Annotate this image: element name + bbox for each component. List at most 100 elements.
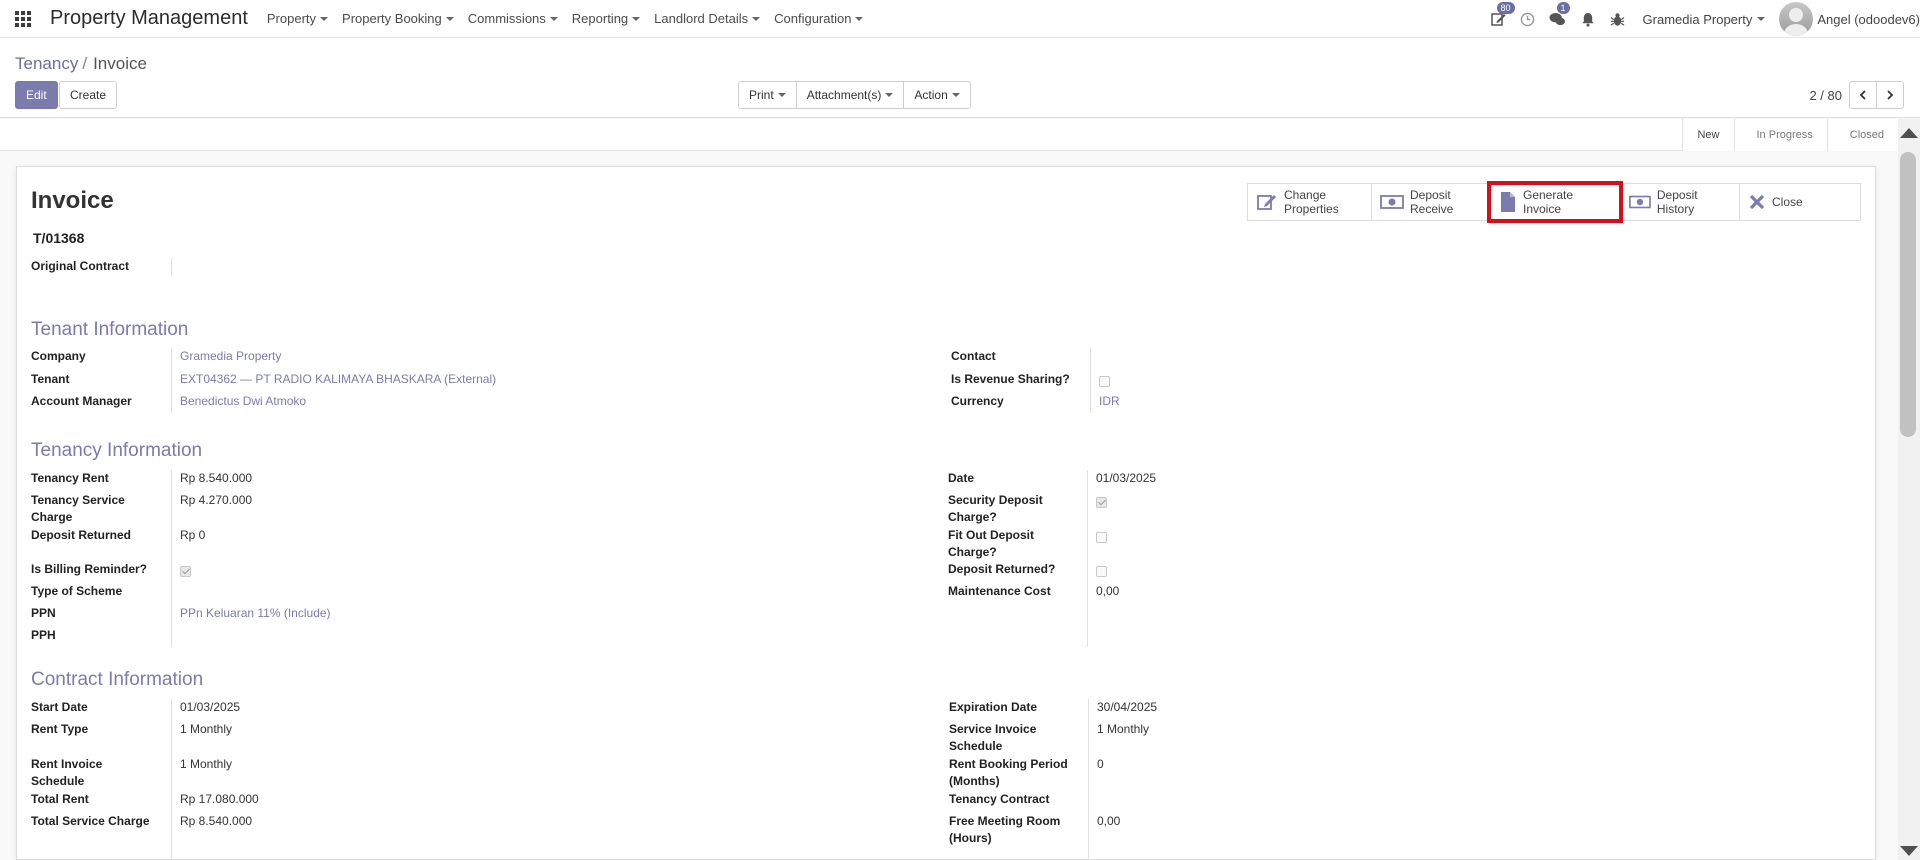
account-manager-value[interactable]: Benedictus Dwi Atmoko xyxy=(180,393,306,410)
tenant-section-title: Tenant Information xyxy=(31,319,189,340)
money-icon xyxy=(1629,195,1651,209)
pager-next-button[interactable] xyxy=(1876,81,1904,109)
pager-previous-button[interactable] xyxy=(1849,81,1877,109)
main-menu: Property Property Booking Commissions Re… xyxy=(260,11,871,26)
stage-new[interactable]: New xyxy=(1682,119,1734,151)
service-invoice-schedule-value: 1 Monthly xyxy=(1097,722,1150,736)
edit-button[interactable]: Edit xyxy=(15,81,58,109)
security-deposit-checkbox[interactable] xyxy=(1096,497,1107,508)
currency-label: Currency xyxy=(951,394,1004,408)
app-brand[interactable]: Property Management xyxy=(50,7,248,30)
action-dropdown[interactable]: Action xyxy=(903,81,971,109)
divider xyxy=(171,258,172,276)
close-icon xyxy=(1749,194,1765,210)
free-meeting-room-value: 0,00 xyxy=(1097,814,1121,828)
fitout-deposit-label: Fit Out Deposit Charge? xyxy=(948,528,1034,559)
total-service-charge-value: Rp 8.540.000 xyxy=(180,814,253,828)
user-menu[interactable]: Angel (odoodev6) xyxy=(1779,2,1920,36)
pager-value[interactable]: 2 / 80 xyxy=(1809,88,1842,103)
caret-down-icon xyxy=(855,16,864,21)
clock-icon[interactable] xyxy=(1513,0,1543,38)
deposit-history-button[interactable]: Deposit History xyxy=(1620,184,1739,220)
menu-landlord-details[interactable]: Landlord Details xyxy=(647,11,767,26)
stage-in-progress[interactable]: In Progress xyxy=(1733,119,1827,151)
contact-label: Contact xyxy=(951,349,996,363)
date-value: 01/03/2025 xyxy=(1096,471,1157,485)
navbar-systray: 80 1 Gramedia Property Angel (odoodev6) xyxy=(1483,0,1920,38)
divider xyxy=(171,348,172,413)
menu-configuration[interactable]: Configuration xyxy=(767,11,870,26)
pph-label: PPH xyxy=(31,628,56,642)
expiration-date-value: 30/04/2025 xyxy=(1097,700,1158,714)
scroll-up-icon[interactable] xyxy=(1900,128,1918,138)
money-icon xyxy=(1380,195,1404,209)
bell-icon[interactable] xyxy=(1573,0,1603,38)
company-label: Company xyxy=(31,349,86,363)
menu-property-booking[interactable]: Property Booking xyxy=(335,11,461,26)
control-panel: Tenancy / Invoice Edit Create Print Attach… xyxy=(0,38,1920,118)
chevron-left-icon xyxy=(1859,90,1866,100)
breadcrumb-tenancy[interactable]: Tenancy xyxy=(15,54,78,73)
messages-badge: 1 xyxy=(1556,2,1570,14)
record-number: T/01368 xyxy=(33,230,85,246)
caret-down-icon xyxy=(549,16,558,21)
divider xyxy=(171,699,172,860)
stage-pipeline: New In Progress Closed xyxy=(1682,119,1898,151)
tenant-label: Tenant xyxy=(31,372,70,386)
scroll-down-icon[interactable] xyxy=(1900,846,1918,856)
tenancy-service-charge-value: Rp 4.270.000 xyxy=(180,493,253,507)
type-of-scheme-label: Type of Scheme xyxy=(31,584,123,598)
currency-value[interactable]: IDR xyxy=(1099,393,1120,410)
activity-edit-icon[interactable]: 80 xyxy=(1483,0,1515,38)
caret-down-icon xyxy=(320,16,329,21)
ppn-label: PPN xyxy=(31,606,56,620)
account-manager-label: Account Manager xyxy=(31,394,132,408)
print-dropdown[interactable]: Print xyxy=(738,81,797,109)
start-date-label: Start Date xyxy=(31,700,88,714)
scrollbar-thumb[interactable] xyxy=(1900,152,1916,437)
generate-invoice-button[interactable]: Generate Invoice xyxy=(1487,181,1623,223)
rent-type-value: 1 Monthly xyxy=(180,722,233,736)
caret-down-icon xyxy=(445,16,454,21)
total-service-charge-label: Total Service Charge xyxy=(31,814,150,828)
bug-icon[interactable] xyxy=(1603,0,1633,38)
deposit-returned-label: Deposit Returned xyxy=(31,528,132,542)
close-button[interactable]: Close xyxy=(1739,184,1860,220)
maintenance-cost-label: Maintenance Cost xyxy=(948,584,1051,598)
menu-property[interactable]: Property xyxy=(260,11,335,26)
avatar xyxy=(1779,2,1814,36)
tenancy-section-title: Tenancy Information xyxy=(31,440,203,461)
menu-commissions[interactable]: Commissions xyxy=(461,11,565,26)
revenue-sharing-checkbox[interactable] xyxy=(1099,376,1110,387)
caret-down-icon xyxy=(632,16,641,21)
company-value[interactable]: Gramedia Property xyxy=(180,348,281,365)
service-invoice-schedule-label: Service Invoice Schedule xyxy=(949,722,1037,753)
change-properties-button[interactable]: Change Properties xyxy=(1248,184,1371,220)
menu-reporting[interactable]: Reporting xyxy=(565,11,647,26)
ppn-value[interactable]: PPn Keluaran 11% (Include) xyxy=(180,605,331,622)
company-switcher[interactable]: Gramedia Property xyxy=(1643,12,1766,27)
user-name: Angel (odoodev6) xyxy=(1817,11,1920,27)
expiration-date-label: Expiration Date xyxy=(949,700,1038,714)
apps-menu-icon[interactable] xyxy=(15,10,31,27)
tenant-value[interactable]: EXT04362 — PT RADIO KALIMAYA BHASKARA (E… xyxy=(180,371,496,388)
deposit-returned-checkbox[interactable] xyxy=(1096,566,1107,577)
divider xyxy=(171,470,172,647)
tenancy-rent-value: Rp 8.540.000 xyxy=(180,471,253,485)
top-navbar: Property Management Property Property Bo… xyxy=(0,0,1920,38)
file-icon xyxy=(1501,192,1515,212)
billing-reminder-checkbox[interactable] xyxy=(180,566,191,577)
deposit-receive-button[interactable]: Deposit Receive xyxy=(1371,184,1490,220)
attachments-dropdown[interactable]: Attachment(s) xyxy=(795,81,905,109)
messages-icon[interactable]: 1 xyxy=(1543,0,1573,38)
rent-booking-period-value: 0 xyxy=(1097,757,1104,771)
stage-closed[interactable]: Closed xyxy=(1826,119,1898,151)
security-deposit-label: Security Deposit Charge? xyxy=(948,493,1043,524)
revenue-sharing-label: Is Revenue Sharing? xyxy=(951,372,1070,386)
tenancy-service-charge-label: Tenancy Service Charge xyxy=(31,493,125,524)
page-title: Invoice xyxy=(31,187,114,214)
create-button[interactable]: Create xyxy=(59,81,118,109)
total-rent-label: Total Rent xyxy=(31,792,89,806)
rent-invoice-schedule-value: 1 Monthly xyxy=(180,757,233,771)
fitout-deposit-checkbox[interactable] xyxy=(1096,532,1107,543)
